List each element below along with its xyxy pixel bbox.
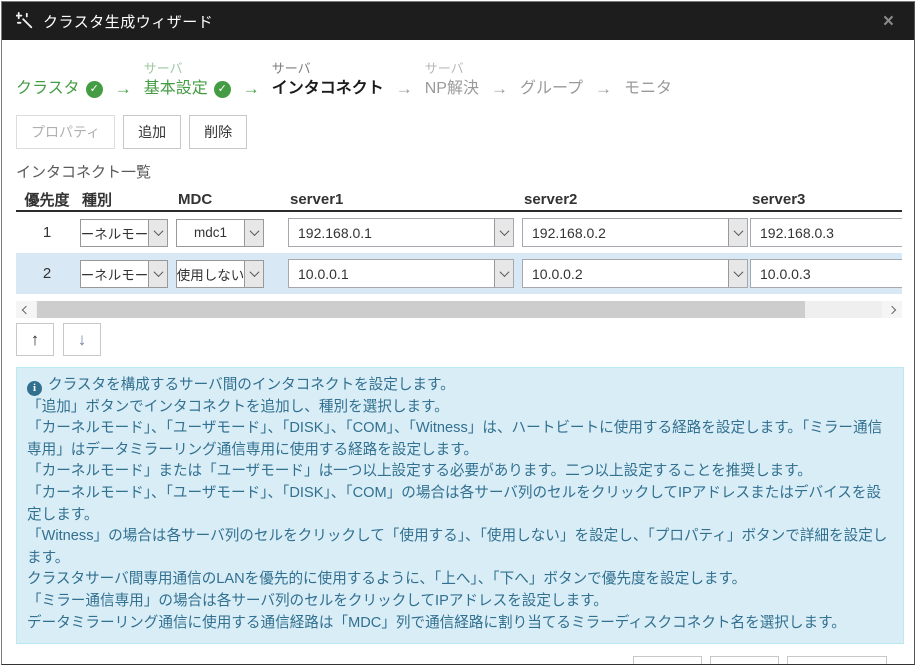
type-select[interactable]: カーネルモード	[80, 219, 168, 247]
chevron-down-icon[interactable]	[244, 261, 263, 287]
col-server2: server2	[520, 191, 748, 208]
horizontal-scrollbar[interactable]	[16, 301, 902, 318]
server1-field[interactable]: 10.0.0.1	[288, 259, 514, 288]
col-server3: server3	[748, 191, 902, 208]
toolbar: プロパティ 追加 削除	[16, 115, 900, 149]
server3-field[interactable]: 192.168.0.3	[750, 218, 902, 247]
step-label: モニタ	[624, 78, 672, 100]
priority-value: 1	[16, 224, 78, 241]
chevron-down-icon[interactable]	[494, 260, 513, 287]
add-button[interactable]: 追加	[123, 115, 181, 149]
table-header-row: 優先度 種別 MDC server1 server2 server3	[16, 188, 902, 212]
server3-field[interactable]: 10.0.0.3	[750, 259, 902, 288]
move-down-button[interactable]: ↓	[63, 323, 101, 356]
step-label: グループ	[520, 78, 583, 100]
server2-field[interactable]: 192.168.0.2	[522, 218, 748, 247]
magic-wand-icon	[16, 12, 34, 30]
property-button[interactable]: プロパティ	[16, 115, 115, 149]
scroll-right-icon[interactable]	[882, 301, 902, 318]
dialog-content: クラスタ✓ → サーバ 基本設定✓ → サーバ インタコネクト → サーバ NP…	[2, 58, 914, 665]
back-button[interactable]: ◀ 戻る	[633, 656, 702, 665]
step-label: NP解決	[425, 78, 479, 100]
table-caption: インタコネクト一覧	[16, 161, 900, 182]
table-row: 1 カーネルモード mdc1 192.168.0.1 192.168.0.2	[16, 212, 902, 253]
mdc-select[interactable]: mdc1	[176, 219, 264, 247]
close-icon[interactable]: ×	[877, 12, 900, 31]
col-server1: server1	[286, 191, 520, 208]
title-bar: クラスタ生成ウィザード ×	[2, 2, 914, 40]
info-line: クラスタサーバ間専用通信のLANを優先的に使用するように、「上へ」、「下へ」ボタ…	[27, 569, 893, 591]
interconnect-table: 優先度 種別 MDC server1 server2 server3 1 カーネ…	[16, 188, 902, 294]
info-line: 「カーネルモード」または「ユーザモード」は一つ以上設定する必要があります。二つ以…	[27, 461, 893, 483]
type-select[interactable]: カーネルモード	[80, 260, 168, 288]
chevron-down-icon[interactable]	[148, 220, 167, 246]
table-row: 2 カーネルモード 使用しない 10.0.0.1 10.0.0.2	[16, 253, 902, 294]
next-button[interactable]: 次へ ▶	[710, 656, 779, 665]
check-icon: ✓	[214, 81, 231, 98]
priority-move-buttons: ↑ ↓	[16, 323, 900, 356]
info-icon: i	[27, 381, 42, 396]
mdc-select[interactable]: 使用しない	[176, 260, 264, 288]
step-interconnect: サーバ インタコネクト	[272, 60, 384, 100]
arrow-icon: →	[115, 78, 132, 100]
info-line: 「追加」ボタンでインタコネクトを追加し、種別を選択します。	[27, 397, 893, 419]
wizard-steps: クラスタ✓ → サーバ 基本設定✓ → サーバ インタコネクト → サーバ NP…	[16, 58, 900, 100]
scrollbar-thumb[interactable]	[37, 301, 805, 318]
server2-field[interactable]: 10.0.0.2	[522, 259, 748, 288]
chevron-down-icon[interactable]	[494, 219, 513, 246]
cluster-wizard-dialog: クラスタ生成ウィザード × クラスタ✓ → サーバ 基本設定✓ → サーバ イン…	[1, 1, 915, 665]
dialog-title: クラスタ生成ウィザード	[43, 11, 213, 32]
arrow-icon: →	[491, 78, 508, 100]
info-line: iクラスタを構成するサーバ間のインタコネクトを設定します。	[27, 375, 893, 397]
info-line: データミラーリング通信に使用する通信経路は「MDC」列で通信経路に割り当てるミラ…	[27, 613, 893, 635]
step-cluster: クラスタ ✓	[16, 60, 103, 100]
info-line: 「ミラー通信専用」の場合は各サーバ列のセルをクリックしてIPアドレスを設定します…	[27, 591, 893, 613]
step-group: グループ	[520, 60, 583, 100]
step-np-resolution: サーバ NP解決	[425, 60, 479, 100]
footer-buttons: ◀ 戻る 次へ ▶ キャンセル	[16, 656, 900, 665]
check-icon: ✓	[86, 81, 103, 98]
step-basic-settings: サーバ 基本設定✓	[144, 60, 231, 100]
step-label: 基本設定	[144, 78, 208, 100]
step-label: クラスタ	[16, 78, 80, 100]
step-label: インタコネクト	[272, 78, 384, 100]
move-up-button[interactable]: ↑	[16, 323, 54, 356]
col-priority: 優先度	[16, 189, 78, 210]
info-line: 「カーネルモード」、「ユーザモード」、「DISK」、「COM」の場合は各サーバ列…	[27, 483, 893, 526]
arrow-icon: →	[396, 78, 413, 100]
chevron-down-icon[interactable]	[728, 219, 747, 246]
step-monitor: モニタ	[624, 60, 672, 100]
chevron-down-icon[interactable]	[148, 261, 167, 287]
delete-button[interactable]: 削除	[189, 115, 247, 149]
chevron-down-icon[interactable]	[244, 220, 263, 246]
info-box: iクラスタを構成するサーバ間のインタコネクトを設定します。 「追加」ボタンでイン…	[16, 367, 904, 644]
arrow-icon: →	[595, 78, 612, 100]
info-line: 「カーネルモード」、「ユーザモード」、「DISK」、「COM」、「Witness…	[27, 418, 893, 461]
chevron-down-icon[interactable]	[728, 260, 747, 287]
priority-value: 2	[16, 265, 78, 282]
arrow-icon: →	[243, 78, 260, 100]
server1-field[interactable]: 192.168.0.1	[288, 218, 514, 247]
col-type: 種別	[78, 189, 174, 210]
col-mdc: MDC	[174, 191, 286, 208]
info-line: 「Witness」の場合は各サーバ列のセルをクリックして「使用する」、「使用しな…	[27, 526, 893, 569]
scroll-left-icon[interactable]	[16, 301, 36, 318]
cancel-button[interactable]: キャンセル	[787, 656, 887, 665]
